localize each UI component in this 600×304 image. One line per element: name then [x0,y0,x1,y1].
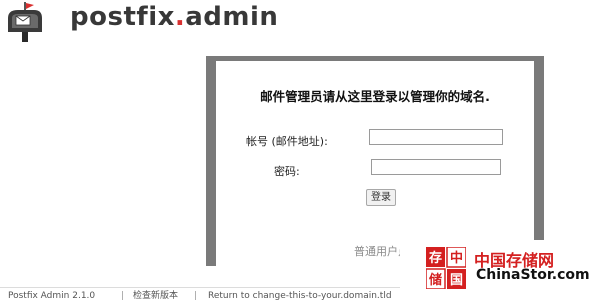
login-panel: 邮件管理员请从这里登录以管理你的域名. 帐号 (邮件地址): 密码: 登录 普通… [206,56,544,266]
app-logo-text: postfix.admin [70,2,279,32]
version-text: Postfix Admin 2.1.0 [8,291,96,301]
account-label: 帐号 (邮件地址): [246,135,328,148]
return-link[interactable]: Return to change-this-to-your.domain.tld [208,289,392,304]
login-button[interactable]: 登录 [366,189,396,206]
password-label: 密码: [274,165,300,178]
login-form: 邮件管理员请从这里登录以管理你的域名. 帐号 (邮件地址): 密码: 登录 普通… [216,61,534,266]
svg-text:国: 国 [450,273,463,288]
svg-text:中: 中 [450,250,463,266]
password-input[interactable] [371,159,501,175]
watermark-url-text: ChinaStor.com [476,267,590,283]
account-input[interactable] [369,129,503,145]
watermark-seal-icon: 存 中 储 国 [425,246,467,290]
footer-separator: | [121,291,125,301]
login-title: 邮件管理员请从这里登录以管理你的域名. [260,89,490,104]
svg-text:储: 储 [428,272,442,288]
check-update-link[interactable]: 检查新版本 [133,289,178,304]
watermark: 存 中 储 国 中国存储网 ChinaStor.com [400,240,600,303]
footer-separator: | [194,291,198,301]
svg-text:存: 存 [429,250,442,266]
mailbox-icon [4,0,44,44]
